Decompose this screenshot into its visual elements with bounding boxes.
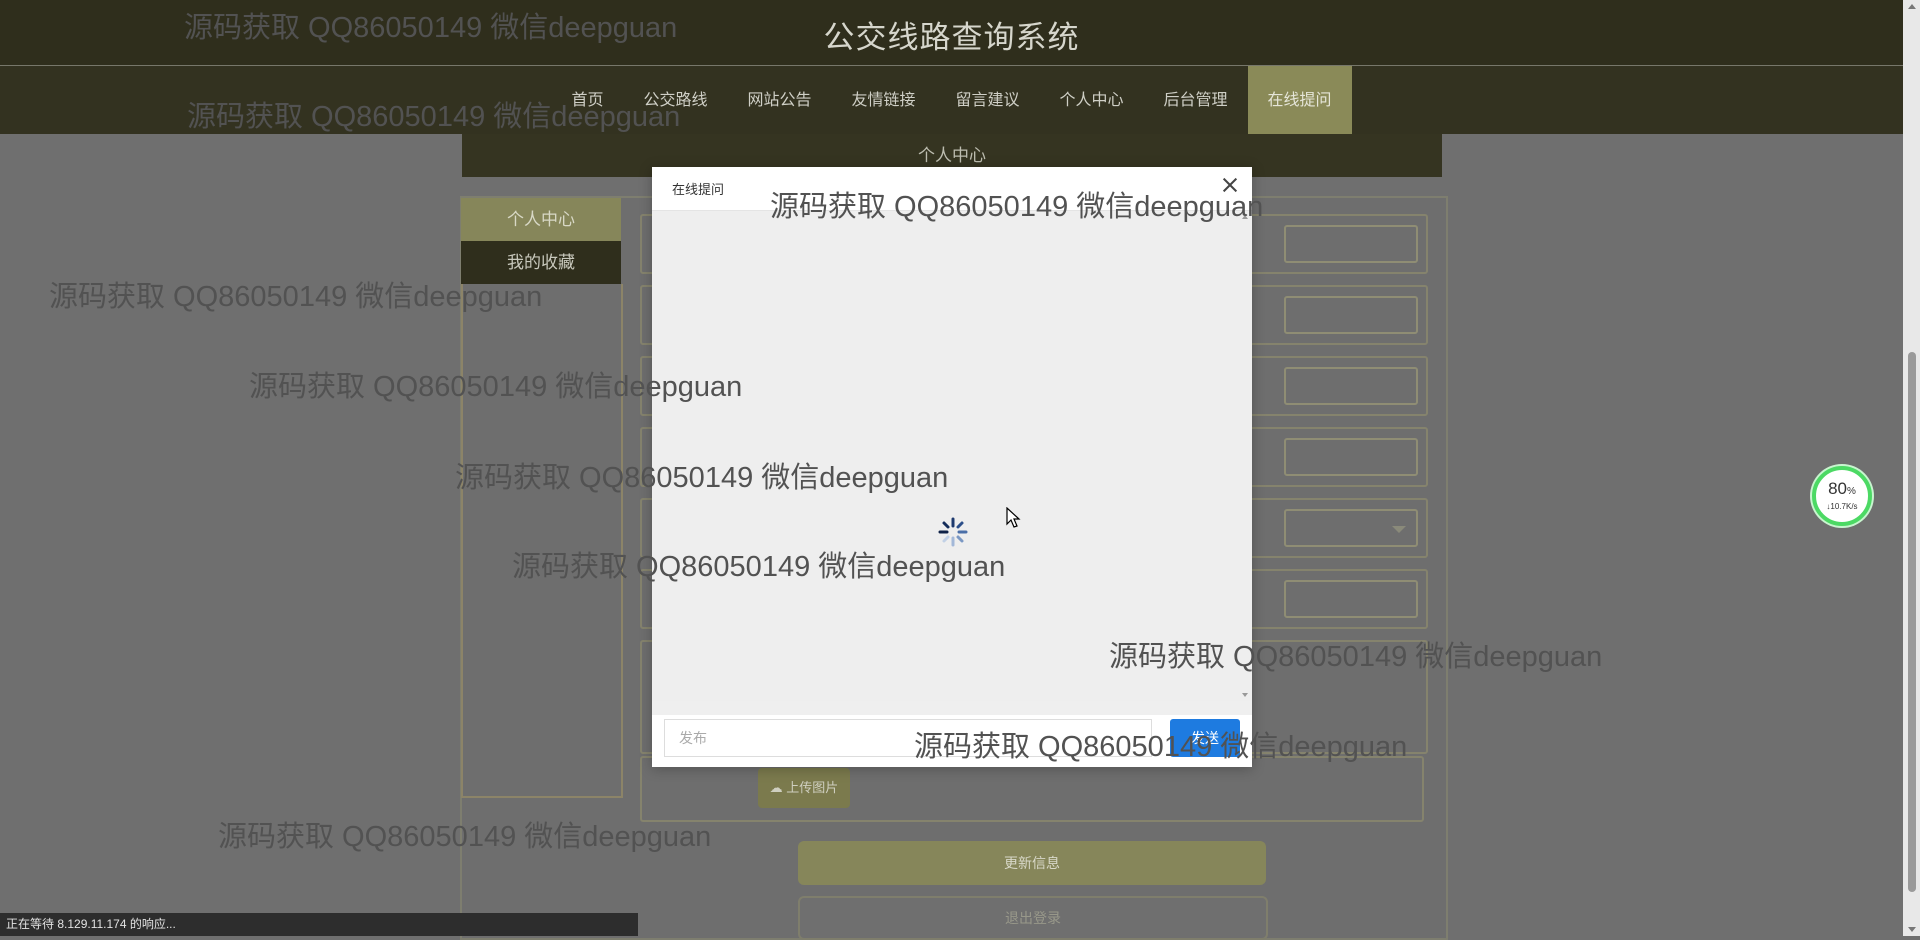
main-nav: 首页 公交路线 网站公告 友情链接 留言建议 个人中心 后台管理 在线提问 [0,65,1903,135]
chat-body [652,211,1252,701]
side-menu: 个人中心 我的收藏 [461,198,621,284]
browser-status-bar: 正在等待 8.129.11.174 的响应... [0,913,638,936]
side-item-favorites[interactable]: 我的收藏 [461,241,621,284]
scroll-up-icon[interactable] [1908,4,1916,9]
nav-item-feedback[interactable]: 留言建议 [936,66,1040,135]
upload-image-button[interactable]: ☁ 上传图片 [758,768,850,808]
nav-item-online-question[interactable]: 在线提问 [1247,66,1352,135]
nav-list: 首页 公交路线 网站公告 友情链接 留言建议 个人中心 后台管理 在线提问 [0,66,1903,135]
form-input[interactable] [1284,296,1418,334]
speed-percent-value: 80 [1828,479,1847,498]
scrollbar-thumb[interactable] [1908,352,1916,892]
header-bar: 公交线路查询系统 [0,0,1903,65]
scroll-down-icon[interactable] [1908,927,1916,932]
nav-item-announcements[interactable]: 网站公告 [727,66,831,135]
side-item-profile[interactable]: 个人中心 [461,198,621,241]
upload-label: 上传图片 [786,780,839,795]
update-info-button[interactable]: 更新信息 [798,841,1266,885]
nav-item-friend-links[interactable]: 友情链接 [831,66,935,135]
nav-item-profile[interactable]: 个人中心 [1040,66,1144,135]
side-panel [461,284,623,798]
cloud-upload-icon: ☁ [769,780,783,795]
modal-header: 在线提问 [652,167,1252,211]
nav-item-admin[interactable]: 后台管理 [1144,66,1248,135]
form-input[interactable] [1284,225,1418,263]
network-speed-widget[interactable]: 80% ↓10.7K/s [1812,466,1872,526]
site-title: 公交线路查询系统 [823,20,1080,55]
modal-title: 在线提问 [672,182,725,197]
modal-footer: 发送 [652,715,1252,767]
mouse-cursor-icon [1006,507,1021,528]
form-input[interactable] [1284,367,1418,405]
close-icon[interactable] [1220,175,1240,195]
nav-item-bus-routes[interactable]: 公交路线 [623,66,727,135]
loading-spinner-icon [938,517,968,547]
form-input[interactable] [1284,580,1418,618]
form-input[interactable] [1284,438,1418,476]
message-input[interactable] [664,719,1152,757]
scroll-up-icon[interactable] [1242,215,1248,219]
online-question-modal: 在线提问 发送 [652,167,1252,767]
nav-item-home[interactable]: 首页 [551,66,623,135]
page-scrollbar[interactable] [1903,0,1920,936]
speed-percent-unit: % [1847,486,1856,497]
scroll-down-icon[interactable] [1242,693,1248,697]
send-button[interactable]: 发送 [1170,719,1240,757]
logout-button[interactable]: 退出登录 [798,896,1268,940]
speed-percent: 80% [1816,480,1868,500]
chevron-down-icon [1392,526,1406,533]
speed-rate: ↓10.7K/s [1826,502,1858,511]
